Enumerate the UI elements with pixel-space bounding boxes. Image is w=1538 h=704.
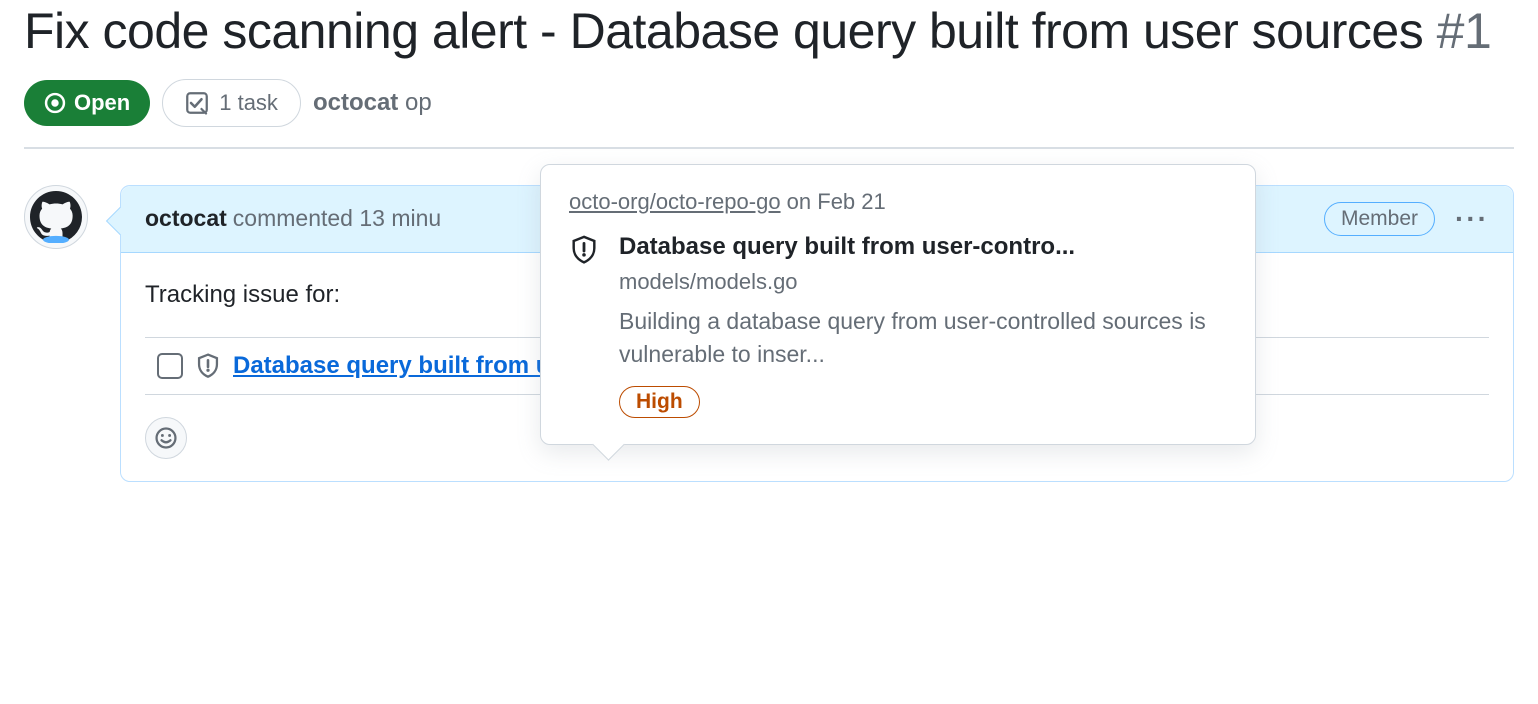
comment-meta: commented 13 minu	[233, 205, 441, 232]
issue-number: #1	[1437, 3, 1492, 59]
issue-open-icon	[44, 92, 66, 114]
issue-title: Fix code scanning alert - Database query…	[24, 0, 1514, 63]
smiley-icon	[154, 426, 178, 450]
add-reaction-button[interactable]	[145, 417, 187, 459]
kebab-menu-icon[interactable]: ···	[1455, 203, 1489, 235]
issue-title-text: Fix code scanning alert - Database query…	[24, 3, 1423, 59]
task-progress-badge[interactable]: 1 task	[162, 79, 301, 127]
shield-alert-icon	[569, 233, 599, 418]
hovercard-title: Database query built from user-contro...	[619, 233, 1227, 261]
severity-badge: High	[619, 386, 700, 418]
hovercard-repo-link[interactable]: octo-org/octo-repo-go	[569, 189, 781, 214]
issue-meta-text: octocat op	[313, 89, 432, 117]
hovercard-description: Building a database query from user-con­…	[619, 305, 1227, 372]
alert-hovercard: octo-org/octo-repo-go on Feb 21 Database…	[540, 164, 1256, 445]
hovercard-file-path: models/models.go	[619, 269, 1227, 295]
avatar[interactable]	[24, 185, 88, 249]
member-badge: Member	[1324, 202, 1435, 236]
state-label: Open	[74, 90, 130, 116]
state-badge-open: Open	[24, 80, 150, 126]
task-count: 1 task	[219, 90, 278, 116]
task-checkbox[interactable]	[157, 353, 183, 379]
issue-author[interactable]: octocat	[313, 89, 398, 116]
header-divider	[24, 147, 1514, 149]
shield-icon	[195, 353, 221, 379]
comment-author[interactable]: octocat	[145, 205, 227, 232]
issue-action: op	[405, 89, 432, 116]
tasklist-icon	[185, 91, 209, 115]
hovercard-date: on Feb 21	[781, 189, 886, 214]
octocat-avatar-icon	[30, 191, 82, 243]
